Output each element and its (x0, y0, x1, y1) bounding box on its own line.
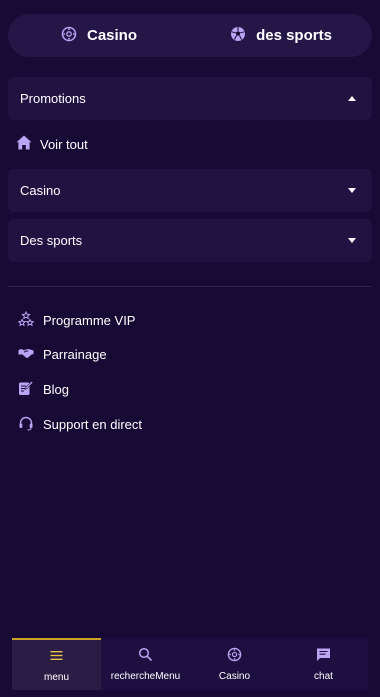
divider (8, 286, 372, 287)
bottom-nav: menu rechercheMenu Casino chat (12, 638, 368, 690)
casino-accordion-label: Casino (20, 183, 61, 198)
sports-accordion-label: Des sports (20, 233, 83, 248)
casino-accordion[interactable]: Casino (8, 169, 372, 212)
soccer-ball-icon (230, 26, 246, 46)
casino-tab[interactable]: Casino (8, 14, 190, 57)
blog-link[interactable]: Blog (18, 379, 69, 399)
stars-icon (17, 310, 35, 330)
nav-menu-label: menu (43, 671, 69, 683)
nav-casino-label: Casino (218, 670, 251, 682)
promotions-label: Promotions (20, 91, 86, 106)
vip-program-link[interactable]: Programme VIP (17, 310, 136, 330)
referral-label: Parrainage (43, 346, 107, 362)
sports-accordion[interactable]: Des sports (8, 219, 372, 262)
nav-menu[interactable]: menu (12, 638, 101, 690)
voir-tout-link[interactable]: Voir tout (16, 134, 88, 154)
voir-tout-label: Voir tout (40, 136, 88, 152)
roulette-icon (61, 26, 77, 46)
search-icon (138, 647, 153, 665)
home-icon (16, 135, 32, 153)
handshake-icon (18, 345, 34, 364)
chat-icon (316, 647, 331, 665)
side-menu-page: Casino des sports Promotions Voir tout C… (0, 0, 380, 697)
roulette-icon (227, 647, 242, 665)
caret-down-icon (348, 238, 356, 243)
nav-search-label: rechercheMenu (110, 670, 181, 682)
nav-casino[interactable]: Casino (190, 638, 279, 690)
edit-icon (18, 380, 34, 399)
nav-search[interactable]: rechercheMenu (101, 638, 190, 690)
caret-down-icon (348, 188, 356, 193)
promotions-accordion[interactable]: Promotions (8, 77, 372, 120)
casino-tab-label: Casino (86, 27, 137, 44)
sports-tab-label: des sports (256, 27, 332, 44)
sports-tab[interactable]: des sports (190, 14, 372, 57)
headset-icon (18, 415, 34, 434)
live-support-label: Support en direct (43, 416, 143, 432)
live-support-link[interactable]: Support en direct (18, 414, 142, 434)
caret-up-icon (348, 96, 356, 101)
nav-chat-label: chat (314, 670, 333, 682)
vip-program-label: Programme VIP (43, 312, 136, 328)
menu-icon (49, 648, 64, 666)
casino-sports-switch: Casino des sports (8, 14, 372, 57)
referral-link[interactable]: Parrainage (18, 344, 107, 364)
nav-chat[interactable]: chat (279, 638, 368, 690)
blog-label: Blog (43, 381, 70, 397)
